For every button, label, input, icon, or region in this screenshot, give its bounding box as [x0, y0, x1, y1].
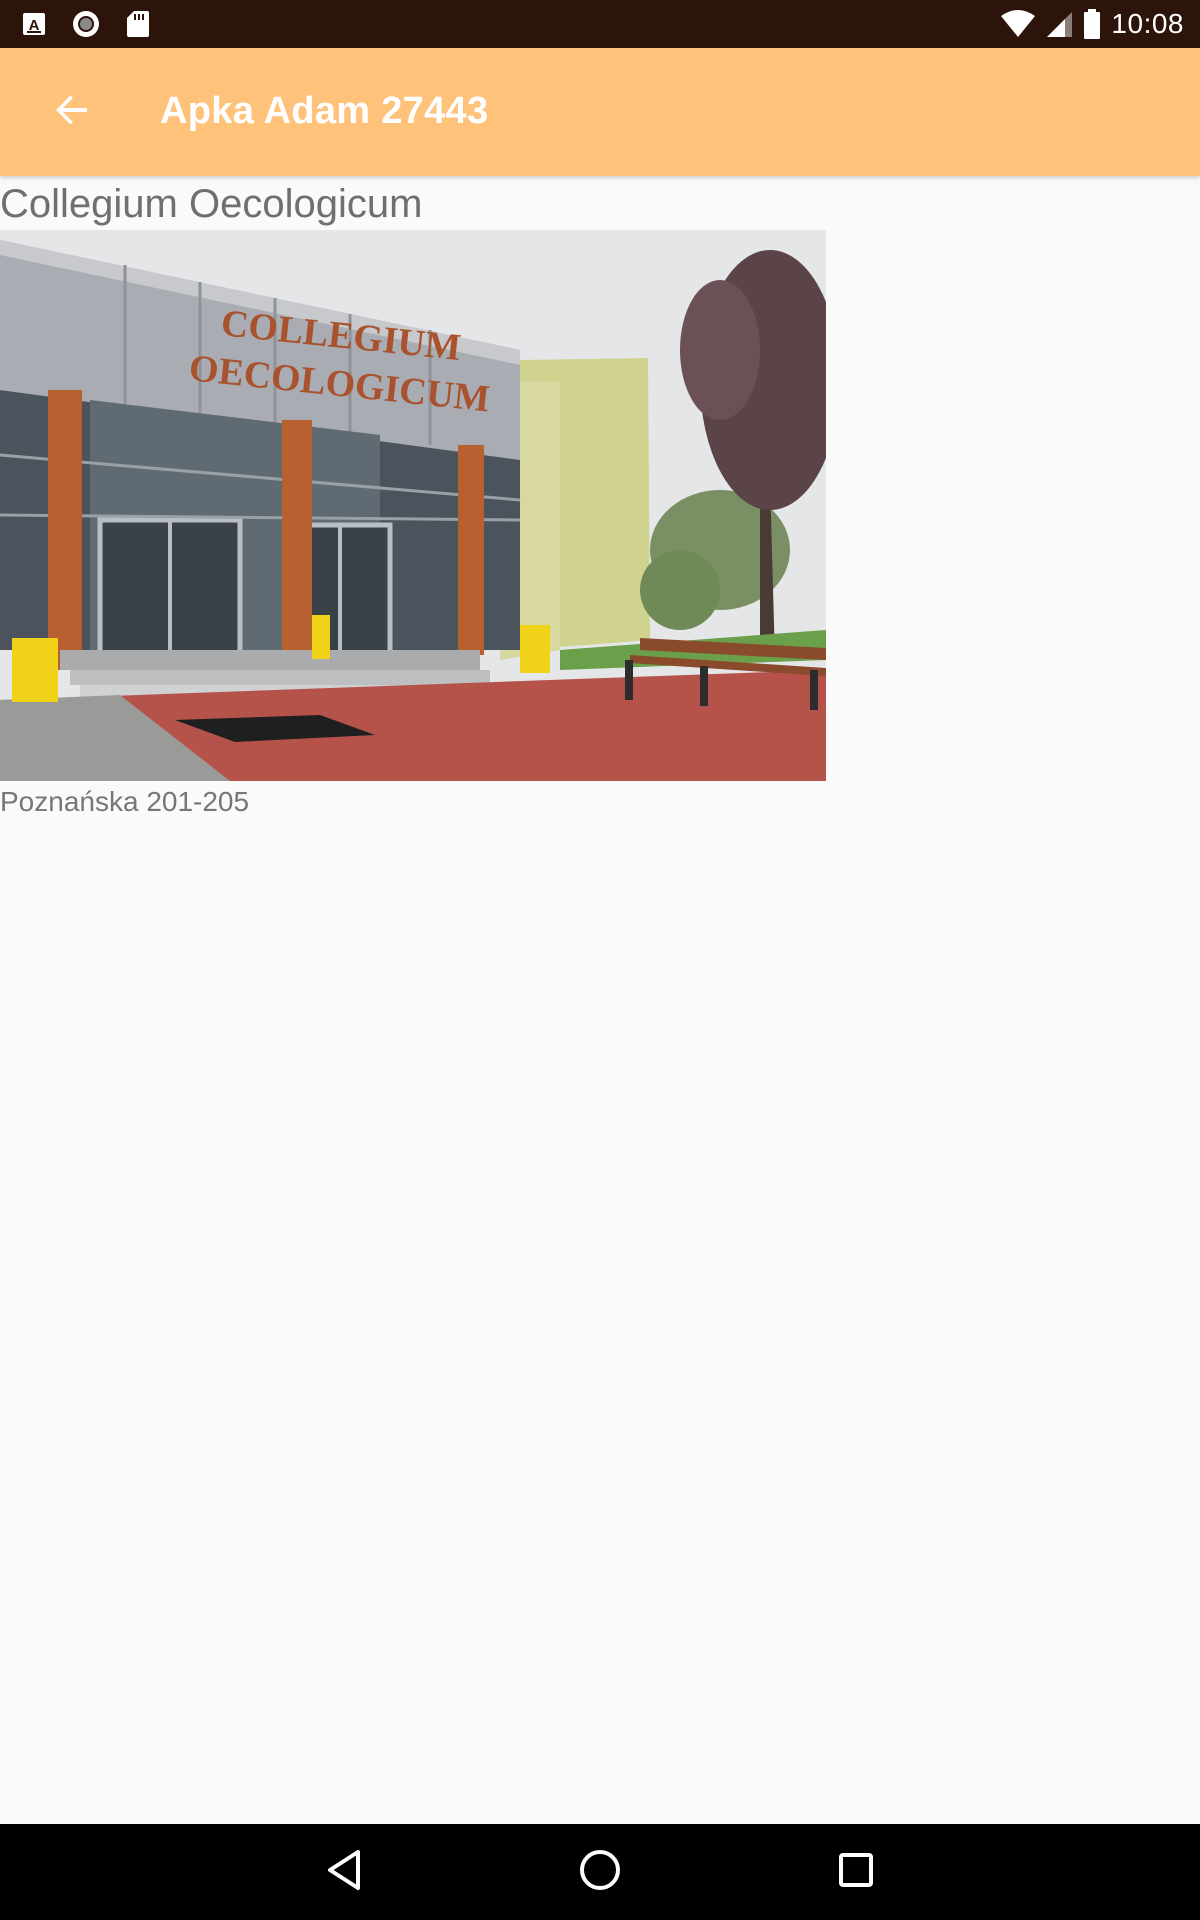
sd-card-icon [126, 10, 150, 38]
place-address: Poznańska 201-205 [0, 786, 250, 817]
battery-icon [1083, 9, 1101, 39]
app-title: Apka Adam 27443 [160, 90, 489, 132]
back-button[interactable] [44, 84, 100, 140]
nav-recents-button[interactable] [828, 1844, 884, 1900]
home-circle-icon [578, 1848, 622, 1897]
recents-square-icon [836, 1850, 876, 1895]
status-system: 10:08 [1001, 8, 1184, 40]
status-clock: 10:08 [1111, 8, 1184, 39]
nav-back-button[interactable] [316, 1844, 372, 1900]
place-photo: COLLEGIUM OECOLOGICUM [0, 230, 826, 781]
keyboard-icon: A [22, 12, 46, 36]
navigation-bar [0, 1824, 1200, 1920]
signal-icon [1045, 10, 1073, 38]
status-bar: A 10:08 [0, 0, 1200, 48]
nav-home-button[interactable] [572, 1844, 628, 1900]
status-notifications: A [22, 10, 150, 38]
record-icon [72, 10, 100, 38]
place-title: Collegium Oecologicum [0, 182, 423, 226]
back-triangle-icon [324, 1848, 364, 1897]
wifi-icon [1001, 10, 1036, 38]
app-bar: Apka Adam 27443 [0, 48, 1200, 176]
arrow-back-icon [54, 92, 90, 133]
